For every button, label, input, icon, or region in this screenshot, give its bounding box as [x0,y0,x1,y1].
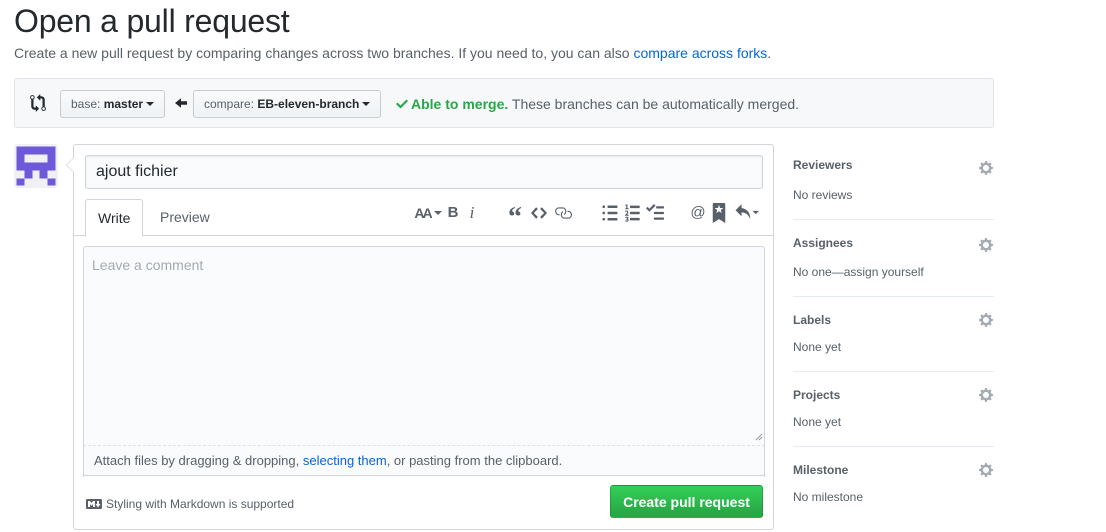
base-prefix: base: [71,97,104,111]
tab-preview[interactable]: Preview [148,199,222,236]
sidebar-heading-reviewers[interactable]: Reviewers [793,158,852,172]
sidebar-value-reviewers: No reviews [793,188,853,202]
sidebar-heading-assignees[interactable]: Assignees [793,236,853,250]
comment-textarea[interactable] [83,246,765,477]
merge-ok-label: Able to merge. [411,96,509,112]
base-branch-name: master [103,97,144,111]
gear-icon[interactable] [978,160,994,176]
gear-icon[interactable] [978,462,994,478]
markdown-icon [86,499,102,509]
sidebar-section-assignees: Assignees No one—assign yourself [793,220,994,297]
markdown-hint-label: Styling with Markdown is supported [106,497,295,511]
base-branch-select[interactable]: base: master [60,90,166,118]
list-ordered-icon[interactable] [625,203,641,223]
git-compare-icon [30,94,46,112]
avatar-identicon [16,146,56,186]
resize-handle-icon[interactable] [755,433,763,441]
sidebar-value-labels: None yet [793,340,842,354]
sidebar-heading-labels[interactable]: Labels [793,313,831,327]
attach-text: Attach files by dragging & dropping, [94,453,303,468]
gear-icon[interactable] [978,237,994,253]
markdown-hint[interactable]: Styling with Markdown is supported [86,496,294,512]
create-pull-request-button[interactable]: Create pull request [610,485,763,518]
arrow-left-icon [175,98,187,108]
check-icon [396,99,408,109]
select-files-link[interactable]: selecting them [303,453,387,468]
compare-branch-select[interactable]: compare: EB-eleven-branch [193,90,382,118]
subtitle-text: Create a new pull request by comparing c… [14,45,634,61]
gear-icon[interactable] [978,387,994,403]
compare-branch-name: EB-eleven-branch [257,97,360,111]
sidebar-value-assignees[interactable]: No one—assign yourself [793,265,924,279]
italic-icon[interactable]: i [466,203,478,223]
quote-icon[interactable]: “ [506,203,524,233]
sidebar-section-projects: Projects None yet [793,372,994,447]
tasklist-icon[interactable] [646,203,664,223]
subtitle-suffix: . [767,45,772,61]
pull-request-form: Write Preview AA B i “ @ Attach files by… [66,144,774,530]
bookmark-icon[interactable] [712,203,726,223]
text-size-icon[interactable]: AA [414,203,442,223]
attach-text-suffix: , or pasting from the clipboard. [386,453,563,468]
merge-message: These branches can be automatically merg… [508,96,800,112]
sidebar-heading-projects[interactable]: Projects [793,388,840,402]
sidebar-value-projects: None yet [793,415,842,429]
sidebar-section-milestone: Milestone No milestone [793,447,994,517]
reply-icon[interactable] [735,203,759,223]
page-title: Open a pull request [14,3,290,39]
compare-prefix: compare: [204,97,258,111]
bold-icon[interactable]: B [446,203,460,223]
branch-range-box: base: master compare: EB-eleven-branch A… [14,78,994,128]
avatar[interactable] [14,144,58,188]
sidebar-section-labels: Labels None yet [793,297,994,372]
compare-across-forks-link[interactable]: compare across forks [633,45,767,61]
list-unordered-icon[interactable] [602,203,618,223]
text-size-label: AA [414,205,432,221]
pr-title-input[interactable] [85,155,763,189]
page-subtitle: Create a new pull request by comparing c… [14,45,771,61]
mention-icon[interactable]: @ [690,203,706,223]
sidebar-section-reviewers: Reviewers No reviews [793,146,994,220]
attach-files-bar[interactable]: Attach files by dragging & dropping, sel… [83,445,765,476]
link-icon[interactable] [554,203,572,223]
tab-write[interactable]: Write [85,199,144,237]
chevron-down-icon [433,211,442,216]
chevron-down-icon [146,101,155,106]
sidebar-value-milestone: No milestone [793,490,864,504]
merge-status: Able to merge. These branches can be aut… [396,95,799,113]
code-icon[interactable] [531,203,547,223]
sidebar-heading-milestone[interactable]: Milestone [793,463,848,477]
chevron-down-icon [362,101,371,106]
gear-icon[interactable] [978,312,994,328]
